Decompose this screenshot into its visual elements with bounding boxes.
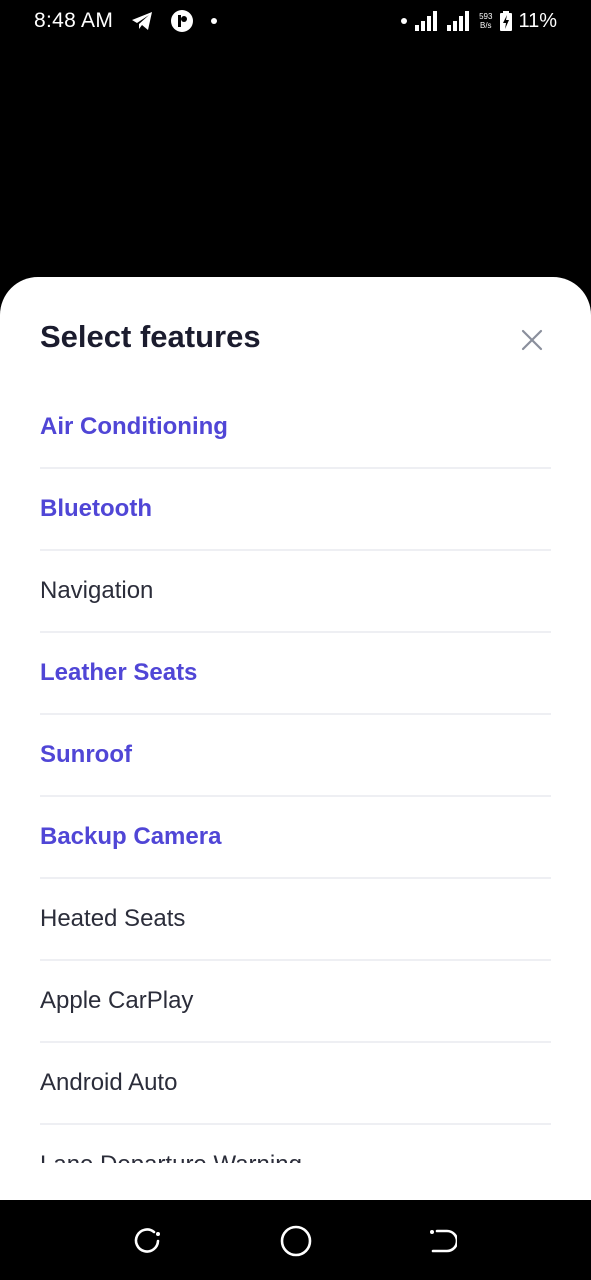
feature-label: Leather Seats (40, 659, 198, 686)
telegram-icon (131, 11, 153, 31)
feature-item-apple-carplay[interactable]: Apple CarPlay (40, 961, 551, 1043)
signal-icon (415, 11, 439, 31)
feature-item-sunroof[interactable]: Sunroof (40, 715, 551, 797)
net-speed: 593 B/s (479, 12, 492, 30)
recents-icon (134, 1228, 160, 1253)
signal-icon (447, 11, 471, 31)
battery-percentage: 11% (518, 9, 557, 32)
status-bar: 8:48 AM 593 B/s 11% (0, 0, 591, 42)
sheet-title: Select features (40, 319, 261, 354)
feature-label: Navigation (40, 577, 154, 604)
feature-item-air-conditioning[interactable]: Air Conditioning (40, 387, 551, 469)
home-icon (280, 1225, 312, 1257)
feature-item-backup-camera[interactable]: Backup Camera (40, 797, 551, 879)
feature-item-android-auto[interactable]: Android Auto (40, 1043, 551, 1125)
feature-item-heated-seats[interactable]: Heated Seats (40, 879, 551, 961)
feature-label: Heated Seats (40, 905, 186, 932)
close-button[interactable] (514, 322, 550, 358)
status-bar-left: 8:48 AM (34, 9, 218, 33)
feature-label: Air Conditioning (40, 413, 228, 440)
feature-item-bluetooth[interactable]: Bluetooth (40, 469, 551, 551)
status-time: 8:48 AM (34, 9, 114, 32)
feature-label: Android Auto (40, 1069, 178, 1096)
net-speed-unit: B/s (479, 21, 492, 30)
recents-button[interactable] (130, 1224, 164, 1258)
back-button[interactable] (425, 1224, 459, 1258)
feature-label: Bluetooth (40, 495, 152, 522)
feature-label: Lane Departure Warning (40, 1151, 302, 1163)
feature-label: Backup Camera (40, 823, 222, 850)
feature-item-leather-seats[interactable]: Leather Seats (40, 633, 551, 715)
dot-icon (401, 18, 408, 24)
net-speed-value: 593 (479, 12, 493, 21)
dot-icon (211, 18, 218, 24)
app-notification-icon (171, 10, 194, 32)
feature-label: Sunroof (40, 741, 132, 768)
status-bar-right: 593 B/s 11% (393, 10, 557, 33)
feature-label: Apple CarPlay (40, 987, 194, 1014)
home-button[interactable] (277, 1222, 315, 1260)
close-icon (521, 329, 543, 351)
feature-item-navigation[interactable]: Navigation (40, 551, 551, 633)
feature-item-lane-departure-warning[interactable]: Lane Departure Warning (40, 1125, 551, 1163)
system-nav-bar (0, 1200, 591, 1280)
feature-list: Air Conditioning Bluetooth Navigation Le… (40, 387, 551, 1163)
back-icon (430, 1229, 457, 1253)
battery-charging-icon (500, 11, 513, 31)
